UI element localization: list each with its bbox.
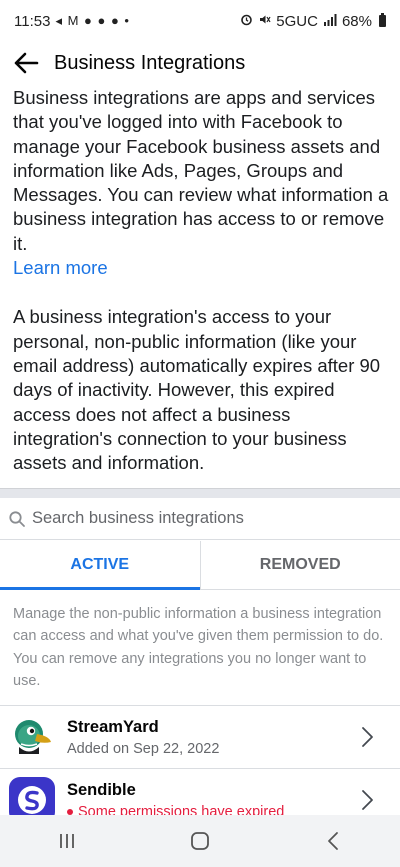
- battery-percent: 68%: [341, 12, 372, 30]
- integration-row-streamyard[interactable]: StreamYard Added on Sep 22, 2022: [0, 706, 400, 768]
- status-bar: 11:53 ◂ M ● ● ● • 5GUC 68%: [0, 0, 400, 42]
- manage-note: Manage the non-public information a busi…: [13, 606, 384, 690]
- network-label: 5GUC: [276, 12, 318, 30]
- system-nav-bar: [0, 815, 400, 867]
- intro-text-1: Business integrations are apps and servi…: [13, 87, 389, 254]
- home-button[interactable]: [170, 821, 230, 861]
- status-time: 11:53: [14, 12, 51, 30]
- recent-apps-icon: [59, 834, 74, 848]
- integration-added-date: Added on Sep 22, 2022: [67, 740, 220, 757]
- search-bar[interactable]: [0, 498, 400, 540]
- integration-name: StreamYard: [67, 717, 159, 736]
- intro-paragraph-1: Business integrations are apps and servi…: [13, 86, 391, 280]
- home-icon: [191, 832, 209, 850]
- recent-apps-button[interactable]: [37, 821, 97, 861]
- chevron-right-icon: [352, 722, 382, 752]
- app-header: Business Integrations: [0, 42, 400, 84]
- alarm-icon: [240, 13, 253, 30]
- integration-name: Sendible: [67, 780, 136, 799]
- tab-active[interactable]: ACTIVE: [0, 541, 200, 590]
- intro-paragraph-2: A business integration's access to your …: [13, 306, 381, 474]
- signal-icon: [323, 13, 337, 30]
- back-nav-icon: [328, 832, 339, 850]
- notification-icons: ◂ M ● ● ● •: [55, 13, 130, 28]
- page-title: Business Integrations: [54, 51, 246, 74]
- battery-icon: [379, 13, 386, 27]
- intro-section: Business integrations are apps and servi…: [13, 86, 391, 475]
- back-button[interactable]: [0, 42, 52, 84]
- arrow-left-icon: [14, 52, 39, 74]
- learn-more-link[interactable]: Learn more: [13, 256, 108, 280]
- search-input[interactable]: [32, 509, 372, 528]
- search-icon: [9, 510, 25, 527]
- streamyard-logo-icon: [15, 720, 51, 754]
- tab-bar: ACTIVE REMOVED: [0, 541, 400, 590]
- back-nav-button[interactable]: [303, 821, 363, 861]
- section-divider: [0, 488, 400, 498]
- mute-icon: [258, 13, 271, 30]
- chevron-right-icon: [352, 785, 382, 815]
- warning-dot-icon: [67, 808, 73, 815]
- tab-removed[interactable]: REMOVED: [199, 541, 400, 589]
